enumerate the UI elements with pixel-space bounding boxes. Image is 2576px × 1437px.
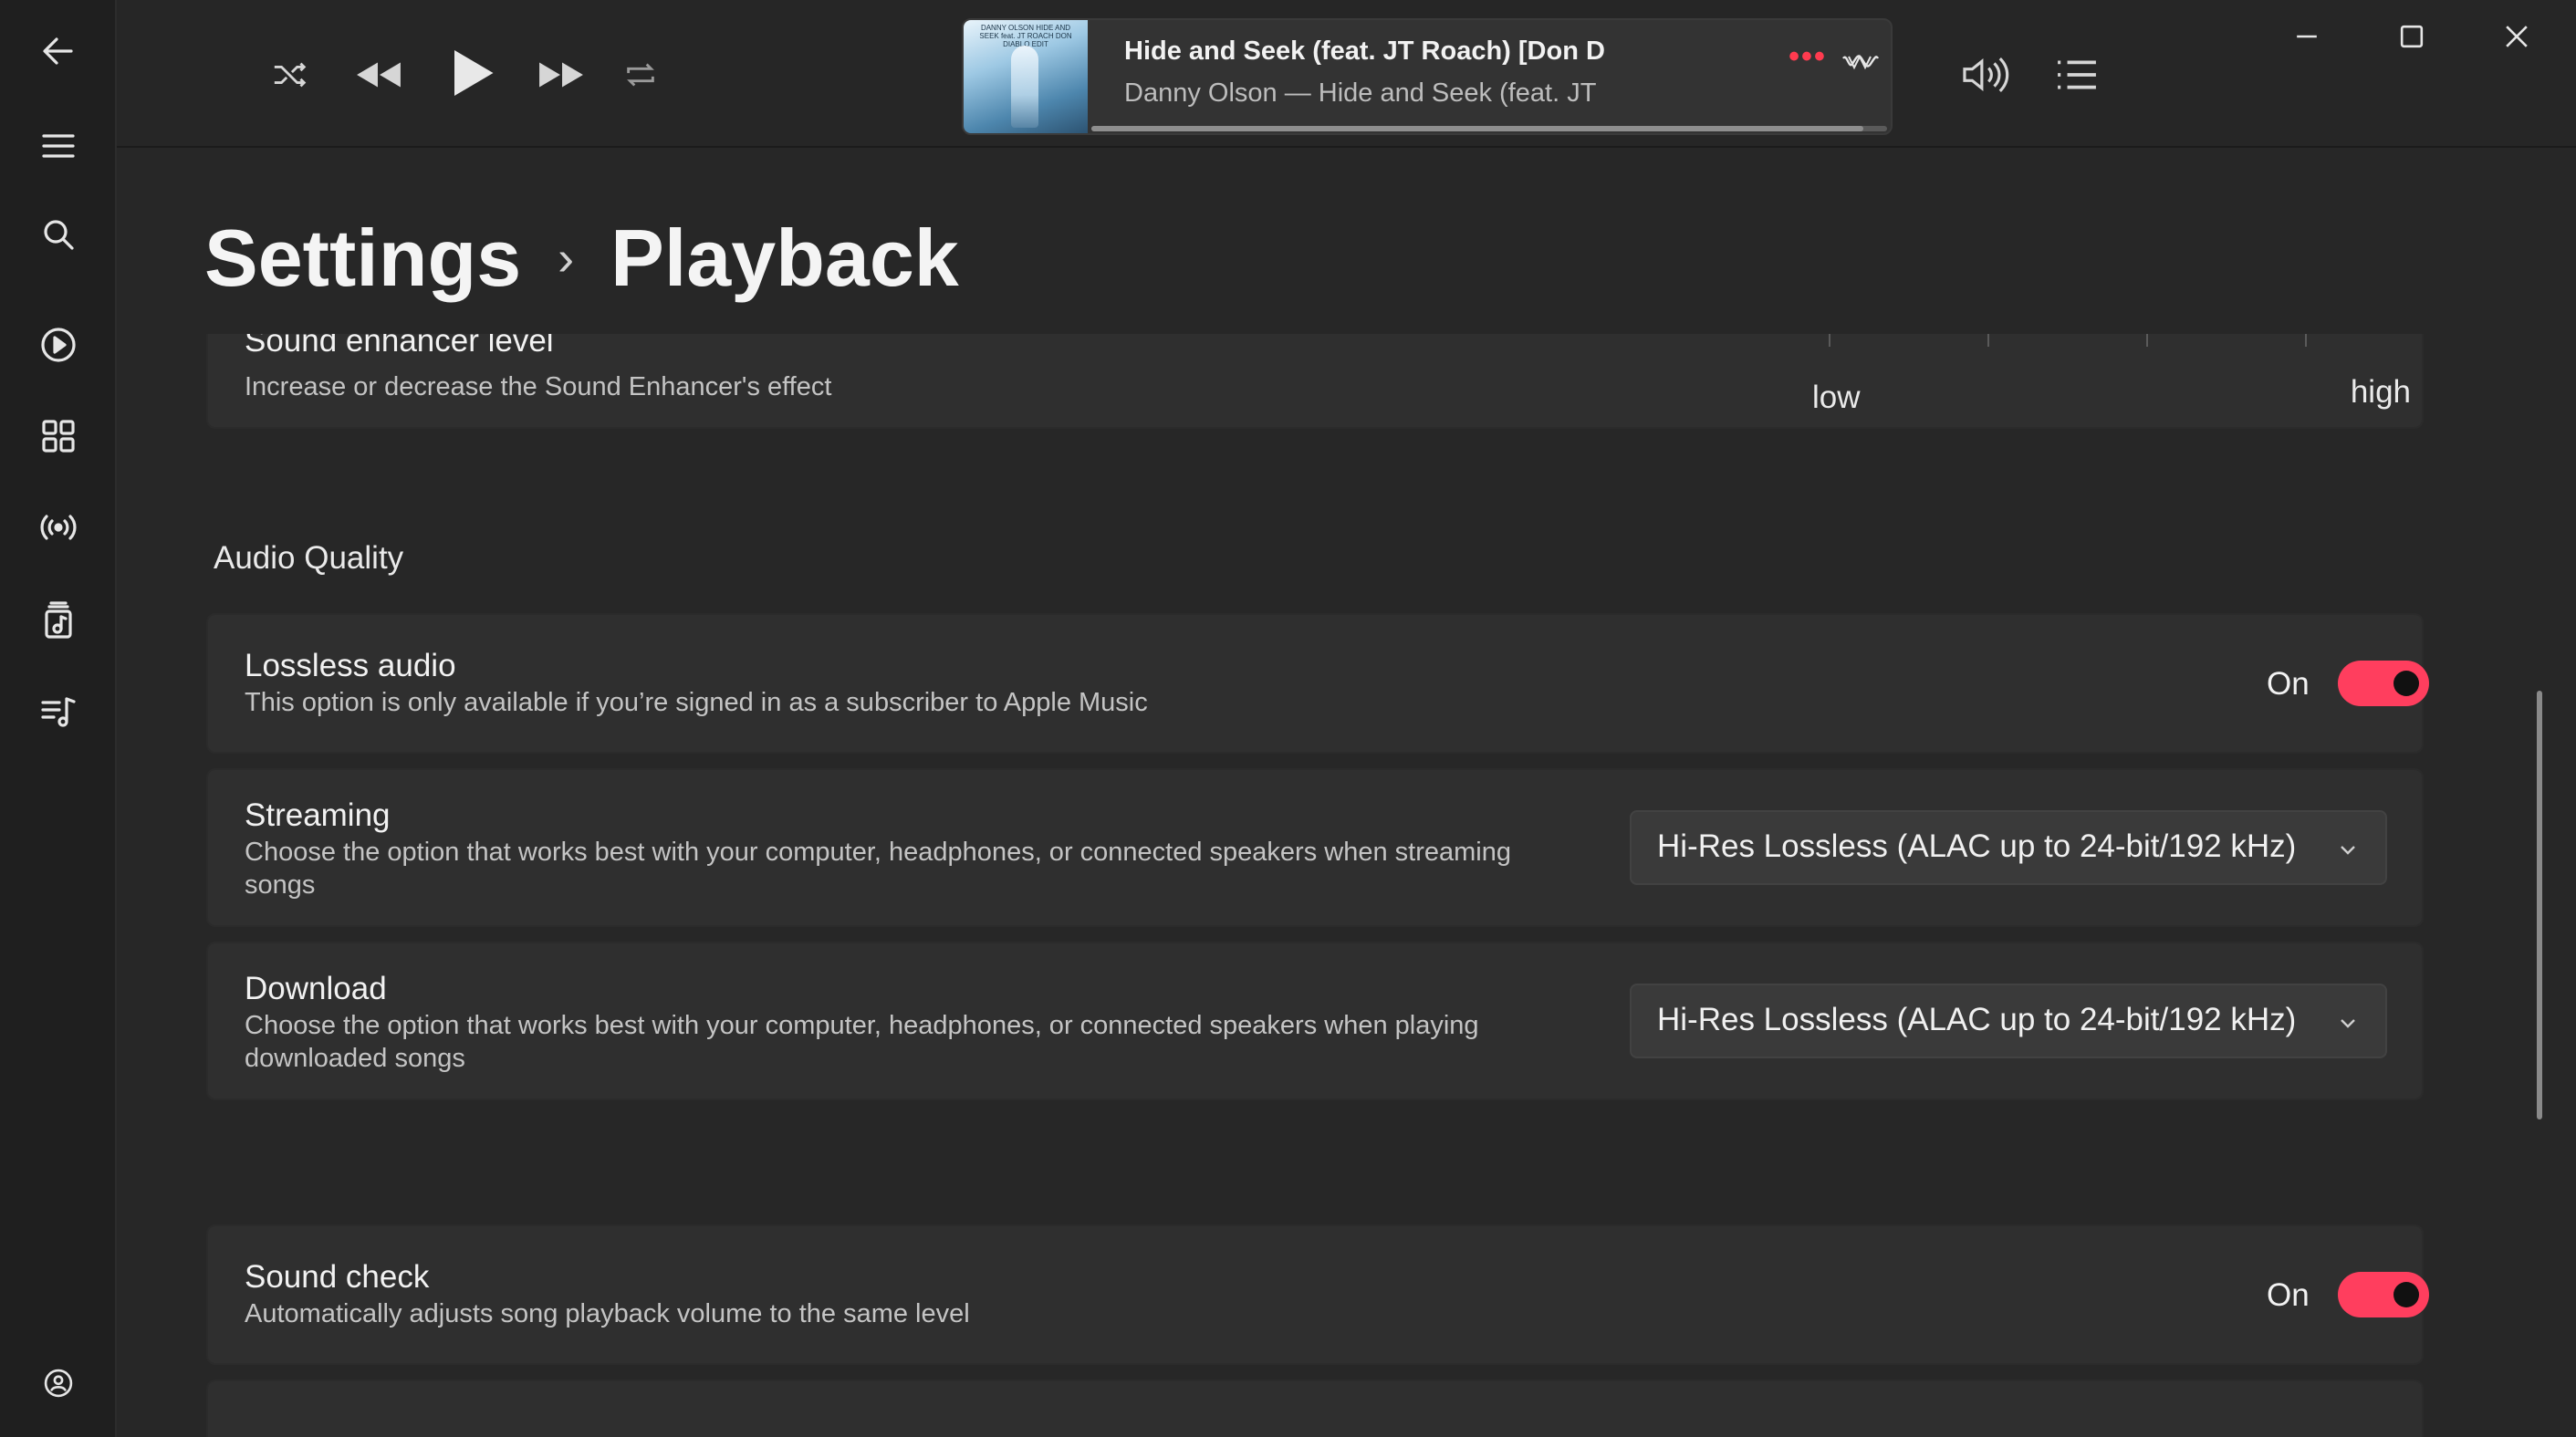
music-app-window: DANNY OLSON HIDE AND SEEK feat. JT ROACH…	[0, 0, 2576, 1437]
sound-enhancer-title: Sound enhancer level	[245, 334, 554, 359]
menu-button[interactable]	[22, 109, 95, 182]
playlist-icon	[41, 697, 76, 727]
next-button[interactable]	[529, 47, 593, 102]
close-icon	[2506, 26, 2528, 47]
download-card: Download Choose the option that works be…	[206, 942, 2424, 1100]
streaming-title: Streaming	[245, 797, 391, 833]
search-icon	[44, 220, 74, 250]
chevron-down-icon	[2341, 1019, 2355, 1028]
browse-grid-icon	[42, 420, 75, 453]
sidebar-item-radio[interactable]	[22, 491, 95, 564]
previous-button[interactable]	[347, 47, 411, 102]
sidebar-item-library[interactable]	[22, 584, 95, 657]
lossless-audio-card: Lossless audio This option is only avail…	[206, 613, 2429, 754]
streaming-quality-value: Hi-Res Lossless (ALAC up to 24-bit/192 k…	[1657, 828, 2297, 864]
volume-icon	[1963, 57, 2009, 92]
sound-enhancer-clip: Sound enhancer level Increase or decreas…	[206, 334, 2424, 431]
now-playing-display[interactable]: DANNY OLSON HIDE AND SEEK feat. JT ROACH…	[962, 18, 1893, 135]
sound-enhancer-description: Increase or decrease the Sound Enhancer'…	[245, 372, 832, 401]
sound-check-description: Automatically adjusts song playback volu…	[245, 1299, 970, 1328]
breadcrumb-settings[interactable]: Settings	[204, 212, 521, 305]
queue-list-icon	[2058, 60, 2096, 89]
close-button[interactable]	[2480, 13, 2553, 60]
artwork-text: DANNY OLSON HIDE AND SEEK feat. JT ROACH…	[979, 24, 1072, 48]
download-quality-value: Hi-Res Lossless (ALAC up to 24-bit/192 k…	[1657, 1002, 2297, 1037]
now-playing-title: Hide and Seek (feat. JT Roach) [Don D	[1124, 36, 1605, 66]
lossless-badge-icon	[1840, 47, 1882, 80]
player-bar: DANNY OLSON HIDE AND SEEK feat. JT ROACH…	[117, 0, 2576, 148]
audio-quality-heading: Audio Quality	[214, 540, 404, 576]
chevron-down-icon	[2341, 846, 2355, 855]
sidebar-item-listen-now[interactable]	[22, 308, 95, 381]
more-options-button[interactable]: •••	[1785, 41, 1830, 84]
chevron-right-icon: ›	[558, 231, 575, 286]
sound-check-toggle[interactable]	[2338, 1272, 2429, 1317]
maximize-icon	[2400, 25, 2424, 48]
lossless-audio-title: Lossless audio	[245, 648, 456, 683]
previous-icon	[357, 62, 401, 88]
settings-content: Settings › Playback Sound enhancer level…	[117, 148, 2576, 1437]
repeat-icon	[627, 63, 654, 87]
listen-now-icon	[41, 328, 76, 362]
minimize-button[interactable]	[2270, 13, 2343, 60]
minimize-icon	[2297, 35, 2317, 38]
back-arrow-icon	[43, 37, 73, 65]
page-title: Playback	[610, 213, 959, 303]
volume-button[interactable]	[1953, 46, 2017, 104]
hamburger-menu-icon	[42, 134, 75, 158]
streaming-quality-dropdown[interactable]: Hi-Res Lossless (ALAC up to 24-bit/192 k…	[1630, 810, 2387, 885]
maximize-button[interactable]	[2375, 13, 2448, 60]
repeat-button[interactable]	[613, 47, 668, 102]
play-icon	[454, 50, 494, 96]
play-button[interactable]	[436, 36, 509, 109]
shuffle-button[interactable]	[263, 47, 318, 102]
sound-check-card: Sound check Automatically adjusts song p…	[206, 1224, 2429, 1365]
streaming-description: Choose the option that works best with y…	[245, 838, 1511, 900]
sound-check-title: Sound check	[245, 1259, 430, 1295]
album-artwork: DANNY OLSON HIDE AND SEEK feat. JT ROACH…	[964, 20, 1088, 133]
sidebar	[0, 0, 117, 1437]
sound-check-toggle-label: On	[2267, 1277, 2310, 1313]
queue-button[interactable]	[2048, 46, 2106, 104]
streaming-card: Streaming Choose the option that works b…	[206, 768, 2424, 927]
download-description: Choose the option that works best with y…	[245, 1011, 1479, 1073]
download-quality-dropdown[interactable]: Hi-Res Lossless (ALAC up to 24-bit/192 k…	[1630, 984, 2387, 1058]
slider-low-label: low	[1812, 380, 1861, 415]
scrollbar-thumb[interactable]	[2537, 691, 2542, 1119]
lossless-toggle-label: On	[2267, 666, 2310, 702]
library-icon	[45, 601, 72, 639]
lossless-audio-description: This option is only available if you’re …	[245, 688, 1148, 717]
playback-progress[interactable]	[1091, 126, 1887, 131]
download-title: Download	[245, 971, 387, 1006]
shuffle-icon	[274, 62, 307, 88]
next-setting-card	[206, 1380, 2424, 1437]
now-playing-subtitle: Danny Olson — Hide and Seek (feat. JT	[1124, 78, 1597, 108]
sound-enhancer-slider[interactable]	[1829, 334, 2424, 361]
slider-high-label: high	[2350, 374, 2411, 410]
search-button[interactable]	[22, 198, 95, 271]
sidebar-item-playlists[interactable]	[22, 675, 95, 748]
lossless-toggle[interactable]	[2338, 661, 2429, 706]
back-button[interactable]	[22, 15, 95, 88]
account-button[interactable]	[22, 1347, 95, 1420]
breadcrumb: Settings › Playback	[204, 208, 959, 308]
next-icon	[539, 62, 583, 88]
account-icon	[44, 1369, 73, 1398]
radio-icon	[40, 515, 77, 540]
sidebar-item-browse[interactable]	[22, 400, 95, 473]
sound-enhancer-card: Sound enhancer level Increase or decreas…	[206, 334, 2424, 429]
